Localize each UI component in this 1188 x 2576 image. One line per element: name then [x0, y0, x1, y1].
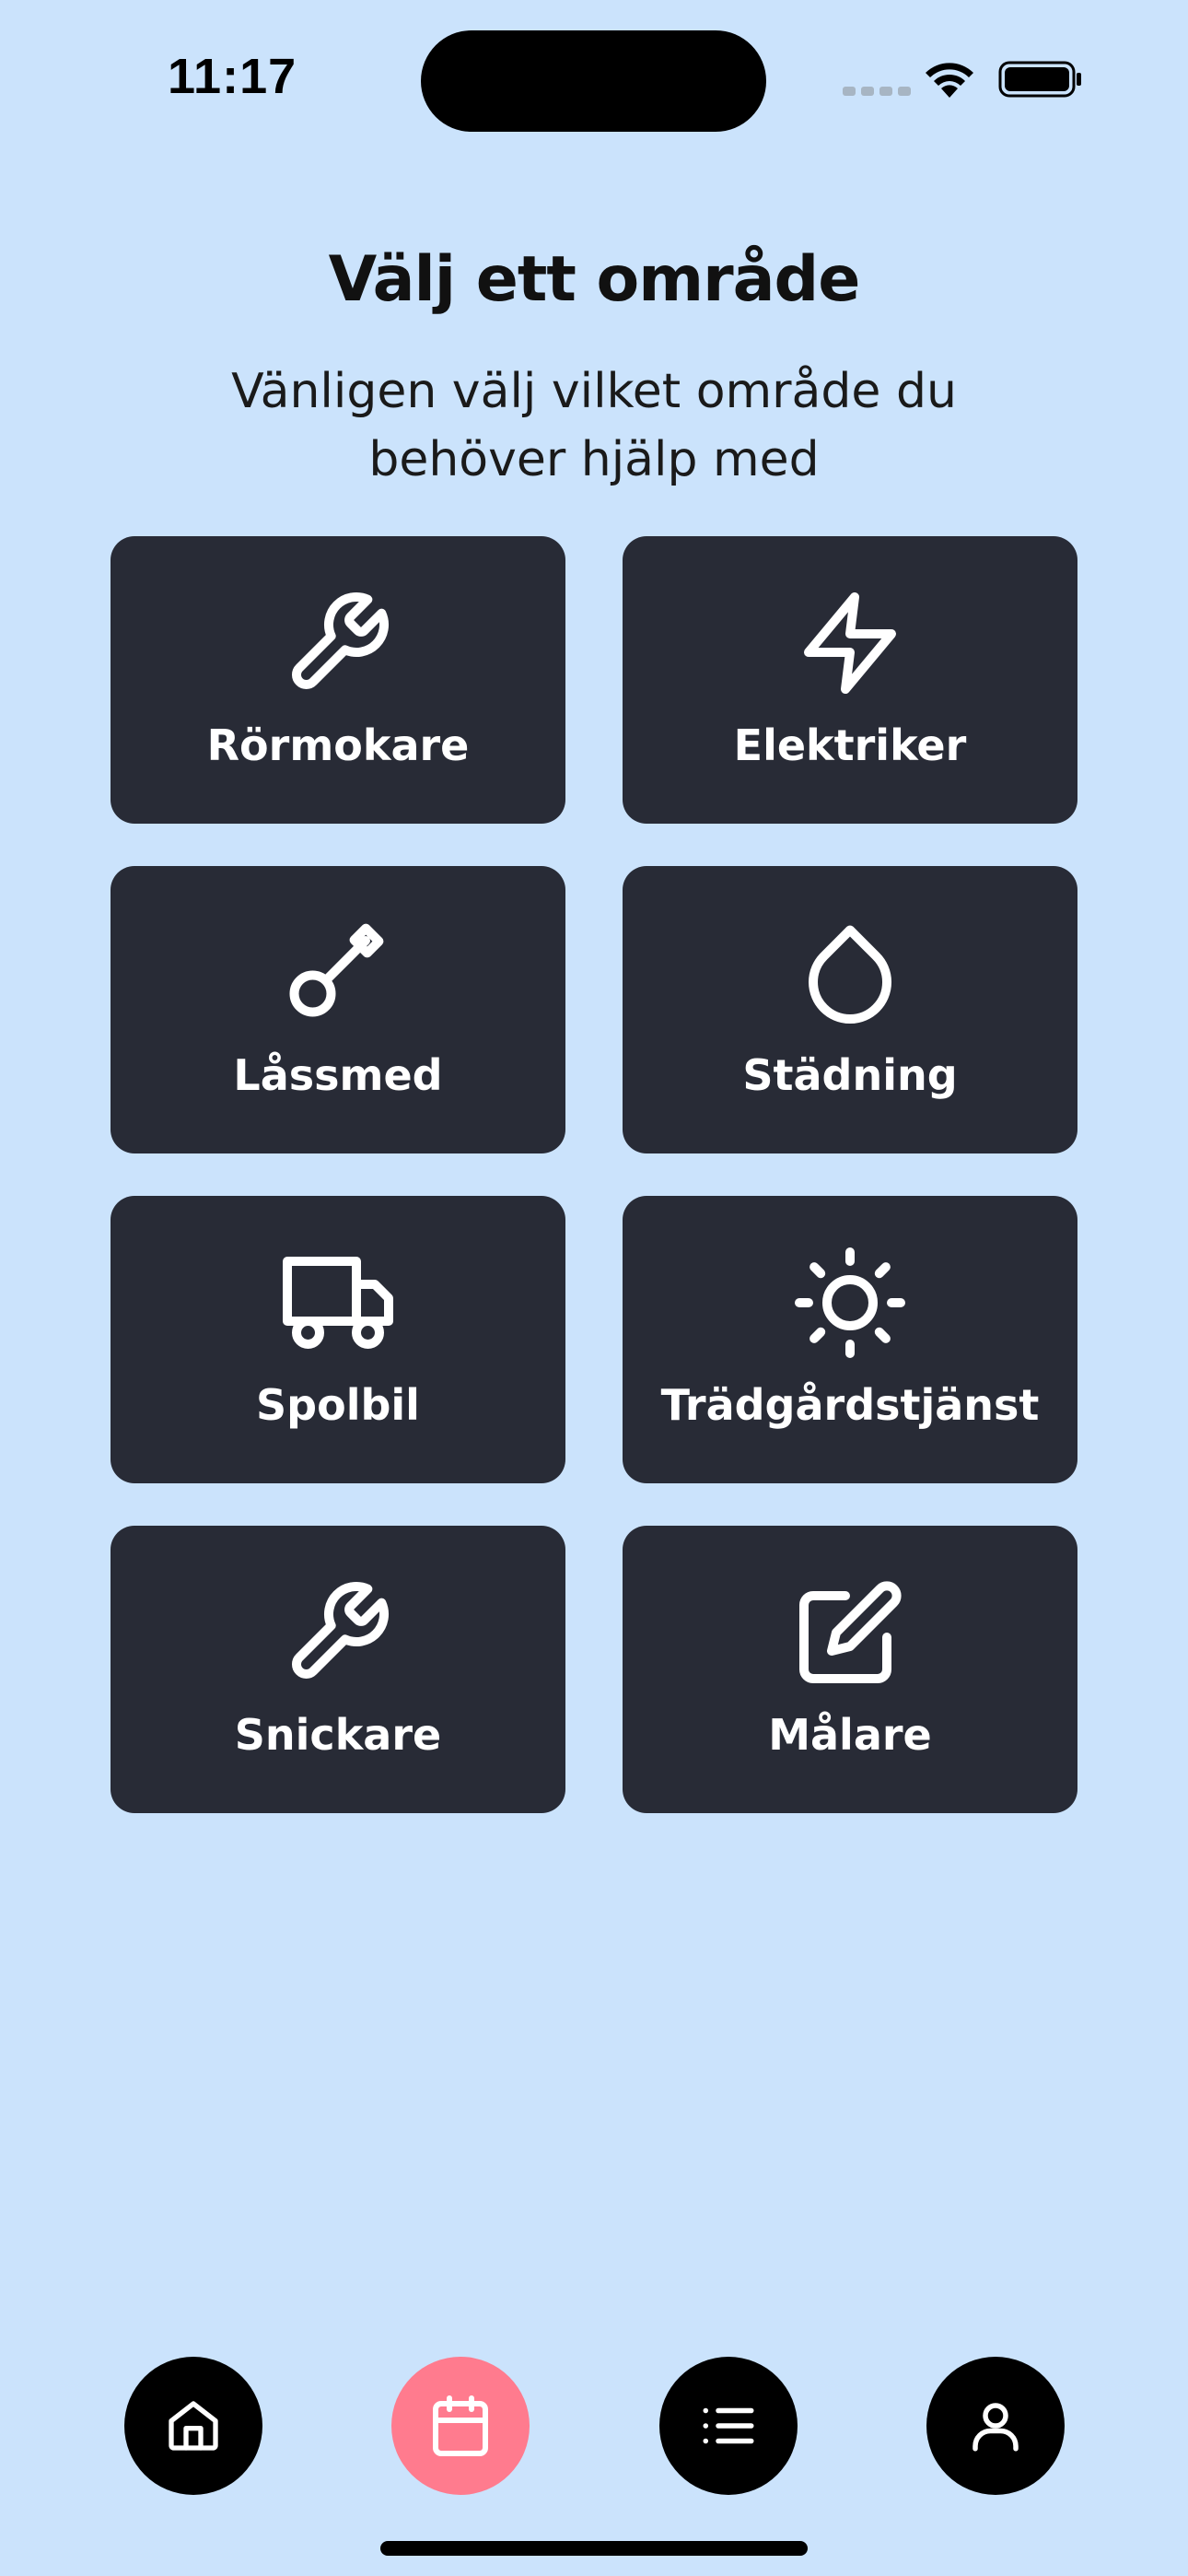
category-card-malare[interactable]: Målare	[623, 1526, 1077, 1813]
category-label: Elektriker	[733, 720, 967, 770]
list-icon	[703, 2407, 754, 2444]
sun-icon	[795, 1247, 905, 1358]
category-label: Snickare	[234, 1710, 442, 1760]
nav-home-button[interactable]	[124, 2357, 262, 2495]
lightning-icon	[804, 592, 896, 694]
category-label: Trädgårdstjänst	[660, 1380, 1040, 1430]
battery-icon	[998, 61, 1083, 101]
category-card-elektriker[interactable]: Elektriker	[623, 536, 1077, 824]
status-time: 11:17	[168, 49, 297, 104]
dynamic-island	[421, 30, 766, 132]
category-label: Städning	[742, 1050, 958, 1100]
category-grid: Rörmokare Elektriker Låssmed Städning Sp…	[111, 536, 1077, 1813]
cellular-signal-icon	[843, 87, 911, 96]
category-card-lassmed[interactable]: Låssmed	[111, 866, 565, 1153]
nav-calendar-button[interactable]	[391, 2357, 530, 2495]
droplet-icon	[809, 925, 892, 1025]
truck-icon	[283, 1257, 393, 1349]
key-icon	[289, 923, 384, 1017]
calendar-icon	[433, 2395, 488, 2456]
wrench-icon	[292, 1581, 390, 1679]
category-card-snickare[interactable]: Snickare	[111, 1526, 565, 1813]
category-card-spolbil[interactable]: Spolbil	[111, 1196, 565, 1483]
nav-profile-button[interactable]	[926, 2357, 1065, 2495]
page-title: Välj ett område	[328, 243, 861, 316]
category-card-tradgardstjanst[interactable]: Trädgårdstjänst	[623, 1196, 1077, 1483]
category-label: Målare	[768, 1710, 932, 1760]
home-icon	[169, 2401, 218, 2451]
category-label: Låssmed	[233, 1050, 443, 1100]
category-label: Spolbil	[256, 1380, 420, 1430]
category-card-stadning[interactable]: Städning	[623, 866, 1077, 1153]
category-label: Rörmokare	[206, 720, 470, 770]
nav-list-button[interactable]	[659, 2357, 798, 2495]
page-subtitle: Vänligen välj vilket område du behöver h…	[231, 364, 957, 487]
wrench-icon	[292, 591, 390, 689]
wifi-icon	[921, 57, 978, 103]
category-card-rormokare[interactable]: Rörmokare	[111, 536, 565, 824]
home-indicator[interactable]	[380, 2541, 808, 2556]
edit-icon	[799, 1581, 902, 1683]
user-icon	[973, 2403, 1019, 2452]
